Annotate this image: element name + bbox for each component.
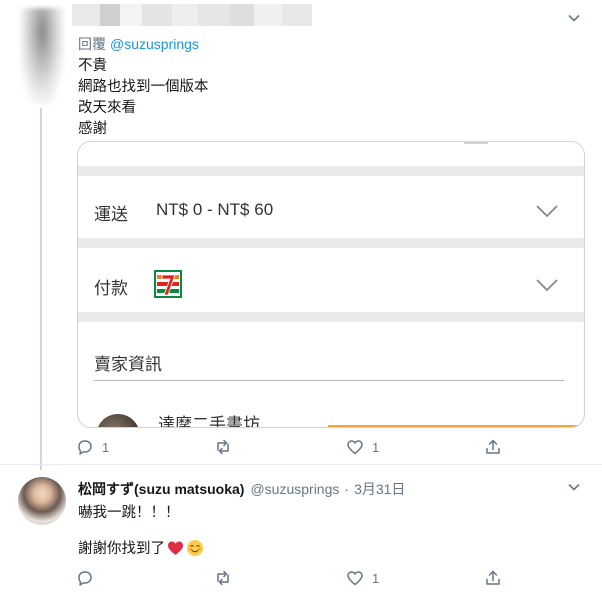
like-count: 1 (372, 439, 380, 455)
follow-button-fragment (328, 425, 584, 427)
reply-icon (78, 440, 92, 455)
chevron-down-icon (568, 14, 580, 22)
chevron-down-icon (536, 279, 558, 292)
chevron-down-icon (536, 205, 558, 218)
section-divider (78, 312, 584, 322)
retweet-icon (217, 570, 229, 586)
reply-button[interactable] (76, 569, 102, 587)
retweet-button[interactable] (214, 569, 240, 587)
share-icon (486, 570, 500, 585)
tweet-line: 嚇我一跳！！！ (78, 505, 180, 521)
share-button[interactable] (484, 438, 502, 456)
retweet-button[interactable] (214, 438, 240, 456)
reply-handle-link[interactable]: @suzusprings (110, 36, 199, 52)
payment-label: 付款 (94, 279, 128, 298)
red-heart-emoji (168, 541, 183, 555)
replying-to: 回覆 @suzusprings (78, 34, 199, 54)
retweet-icon (217, 439, 229, 455)
like-button[interactable]: 1 (346, 569, 379, 587)
payment-row: 付款 (78, 248, 584, 312)
display-name[interactable]: 松岡すず(suzu matsuoka) (78, 481, 244, 497)
tweet-line-with-emoji: 謝謝你找到了 (78, 537, 204, 558)
reply-prefix: 回覆 (78, 36, 106, 52)
tweet-line: 改天來看 (78, 100, 136, 116)
chevron-down-icon (568, 483, 580, 491)
shipping-row: 運送 NT$ 0 - NT$ 60 (78, 176, 584, 238)
reply-count: 1 (102, 439, 110, 455)
shop-avatar (96, 414, 140, 427)
seller-underline (94, 380, 564, 381)
reply-icon (78, 571, 92, 586)
share-button[interactable] (484, 569, 502, 587)
section-divider (78, 166, 584, 176)
tweet-menu-caret[interactable] (566, 10, 582, 26)
tweet-line: 網路也找到一個版本 (78, 79, 209, 95)
section-divider (78, 238, 584, 248)
heart-icon (347, 571, 363, 586)
reply-tweet[interactable]: 回覆 @suzusprings 不貴 網路也找到一個版本 改天來看 感謝 運送 N… (0, 0, 602, 470)
cropped-top-row (78, 142, 584, 166)
shipping-label: 運送 (94, 205, 128, 224)
reply-button[interactable]: 1 (76, 438, 109, 456)
like-count: 1 (372, 570, 380, 586)
like-button[interactable]: 1 (346, 438, 379, 456)
user-handle[interactable]: @suzusprings (250, 481, 339, 497)
tweet-header: 松岡すず(suzu matsuoka) @suzusprings · 3月31日 (78, 479, 405, 499)
tweet-line: 謝謝你找到了 (78, 541, 165, 557)
shop-name: 達摩二手書坊 (158, 415, 260, 428)
separator-dot: · (344, 481, 350, 497)
tweet-text: 不貴 網路也找到一個版本 改天來看 感謝 (78, 56, 209, 140)
tweet-actions: 1 (76, 569, 516, 589)
share-icon (486, 439, 500, 454)
timestamp[interactable]: 3月31日 (354, 481, 405, 497)
tweet-line: 感謝 (78, 121, 107, 137)
redacted-user-name (72, 4, 312, 26)
seller-info-label: 賣家資訊 (94, 355, 162, 374)
seven-eleven-logo (154, 270, 182, 298)
smiling-face-emoji (187, 539, 203, 556)
avatar-redacted[interactable] (20, 8, 64, 104)
cropped-fragment (464, 142, 488, 144)
heart-icon (347, 440, 363, 455)
thread-line (40, 108, 42, 470)
tweet-actions: 1 1 (76, 438, 516, 458)
avatar[interactable] (18, 477, 66, 525)
attached-image-card[interactable]: 運送 NT$ 0 - NT$ 60 付款 賣家資訊 達摩二手書坊 (77, 141, 585, 428)
reply-tweet[interactable]: 松岡すず(suzu matsuoka) @suzusprings · 3月31日 嚇我… (0, 464, 602, 597)
tweet-line: 不貴 (78, 58, 107, 74)
tweet-menu-caret[interactable] (566, 479, 582, 495)
shipping-value: NT$ 0 - NT$ 60 (156, 200, 274, 219)
